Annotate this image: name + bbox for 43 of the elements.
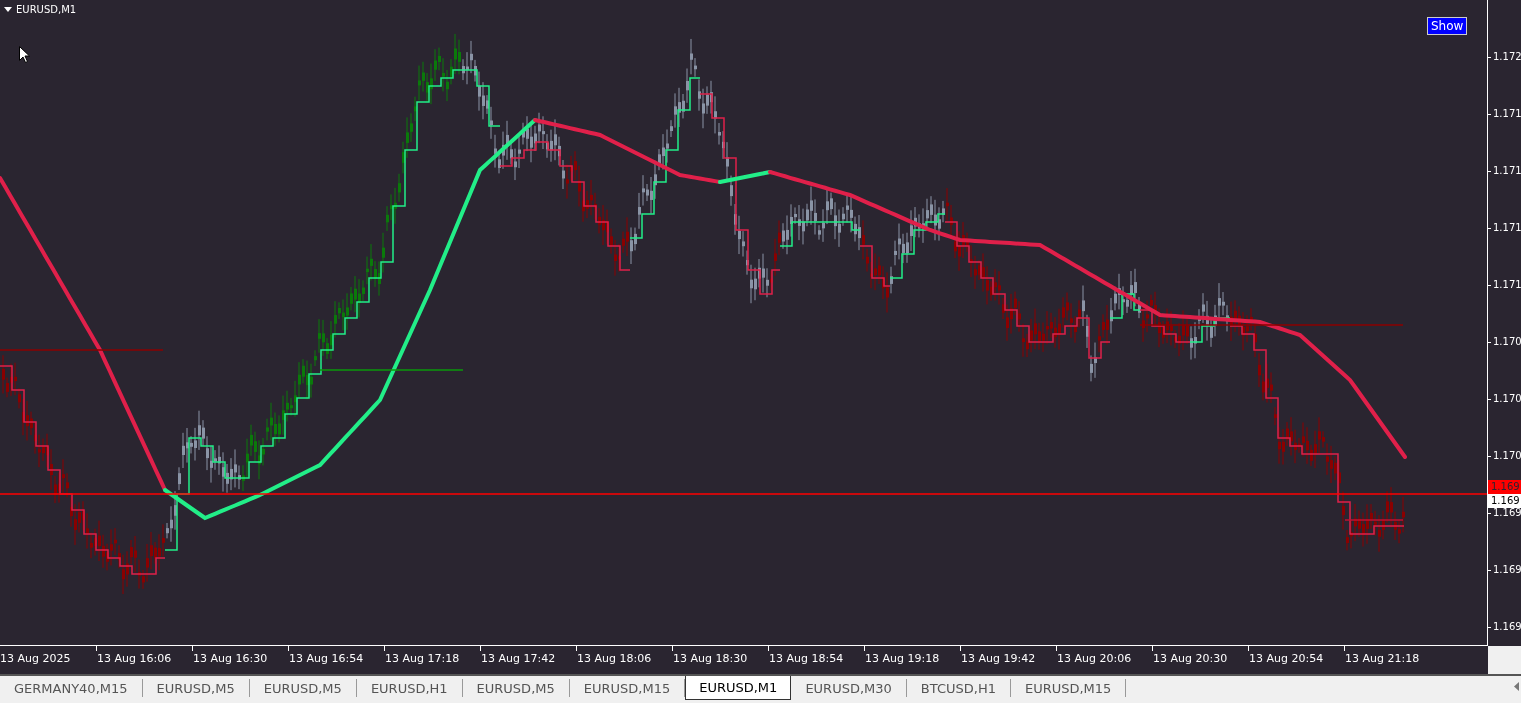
chart-tab[interactable]: EURUSD,M30 bbox=[791, 679, 907, 697]
price-label: 1.171 bbox=[1493, 278, 1521, 292]
time-label: 13 Aug 20:54 bbox=[1249, 651, 1324, 666]
time-label: 13 Aug 16:30 bbox=[193, 651, 268, 666]
chart-tab[interactable]: EURUSD,M1 bbox=[685, 676, 792, 700]
price-level-line bbox=[1344, 519, 1404, 521]
price-label: 1.171 bbox=[1493, 164, 1521, 178]
price-label: 1.170 bbox=[1493, 335, 1521, 349]
price-label: 1.169 bbox=[1493, 506, 1521, 520]
scroll-left-icon[interactable] bbox=[1514, 682, 1519, 691]
chart-tab[interactable]: EURUSD,M5 bbox=[462, 679, 570, 697]
time-label: 13 Aug 18:30 bbox=[673, 651, 748, 666]
time-label: 13 Aug 21:18 bbox=[1345, 651, 1420, 666]
dropdown-icon[interactable] bbox=[4, 7, 12, 12]
chart-tab[interactable]: EURUSD,M15 bbox=[1010, 679, 1127, 697]
time-label: 13 Aug 17:18 bbox=[385, 651, 460, 666]
show-button[interactable]: Show bbox=[1427, 17, 1468, 35]
time-label: 13 Aug 20:06 bbox=[1057, 651, 1132, 666]
chart-tab[interactable]: EURUSD,M5 bbox=[249, 679, 357, 697]
bid-price-label: 1.169 bbox=[1488, 480, 1521, 494]
time-label: 13 Aug 20:30 bbox=[1153, 651, 1228, 666]
time-label: 13 Aug 16:54 bbox=[289, 651, 364, 666]
price-label: 1.172 bbox=[1493, 50, 1521, 64]
price-label: 1.171 bbox=[1493, 221, 1521, 235]
price-label: 1.169 bbox=[1493, 620, 1521, 634]
chart-tab[interactable]: EURUSD,H1 bbox=[356, 679, 463, 697]
chart-tab[interactable]: EURUSD,M5 bbox=[142, 679, 250, 697]
ask-price-label: 1.169 bbox=[1488, 494, 1521, 508]
time-label: 13 Aug 16:06 bbox=[97, 651, 172, 666]
mouse-cursor-icon bbox=[19, 46, 30, 63]
chart-tab[interactable]: GERMANY40,M15 bbox=[0, 679, 143, 697]
time-label: 13 Aug 18:06 bbox=[577, 651, 652, 666]
chart-title: EURUSD,M1 bbox=[16, 4, 77, 15]
time-label: 13 Aug 19:18 bbox=[865, 651, 940, 666]
time-label: 13 Aug 18:54 bbox=[769, 651, 844, 666]
chart-tab[interactable]: BTCUSD,H1 bbox=[906, 679, 1011, 697]
time-label: 13 Aug 2025 bbox=[0, 651, 71, 666]
price-label: 1.170 bbox=[1493, 392, 1521, 406]
price-label: 1.169 bbox=[1493, 563, 1521, 577]
price-label: 1.171 bbox=[1493, 107, 1521, 121]
time-label: 13 Aug 19:42 bbox=[961, 651, 1036, 666]
price-label: 1.170 bbox=[1493, 449, 1521, 463]
time-label: 13 Aug 17:42 bbox=[481, 651, 556, 666]
